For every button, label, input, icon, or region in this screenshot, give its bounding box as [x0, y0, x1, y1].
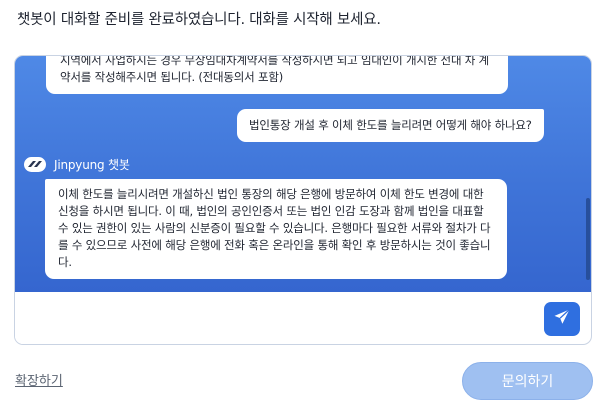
- chat-window: 지역에서 사업하시는 경우 무상임대차계약서를 작성하시면 되고 임대인이 개시…: [14, 55, 592, 345]
- chat-scrollbar-thumb[interactable]: [586, 198, 590, 280]
- jinpyung-logo-icon: [24, 156, 46, 172]
- expand-link[interactable]: 확장하기: [15, 370, 63, 389]
- message-input[interactable]: [15, 292, 535, 344]
- inquire-button[interactable]: 문의하기: [462, 362, 593, 400]
- send-button[interactable]: [544, 302, 580, 336]
- chat-log[interactable]: 지역에서 사업하시는 경우 무상임대차계약서를 작성하시면 되고 임대인이 개시…: [15, 56, 591, 292]
- user-message: 법인통장 개설 후 이체 한도를 늘리려면 어떻게 해야 하나요?: [237, 109, 544, 142]
- bot-message: 이체 한도를 늘리시려면 개설하신 법인 통장의 해당 은행에 방문하여 이체 …: [45, 179, 507, 279]
- paper-plane-icon: [553, 308, 571, 330]
- bot-message-previous: 지역에서 사업하시는 경우 무상임대차계약서를 작성하시면 되고 임대인이 개시…: [46, 56, 508, 94]
- bot-header: Jinpyung 챗봇: [24, 156, 130, 172]
- chat-status-message: 챗봇이 대화할 준비를 완료하였습니다. 대화를 시작해 보세요.: [17, 12, 381, 28]
- bot-name: Jinpyung 챗봇: [54, 157, 130, 172]
